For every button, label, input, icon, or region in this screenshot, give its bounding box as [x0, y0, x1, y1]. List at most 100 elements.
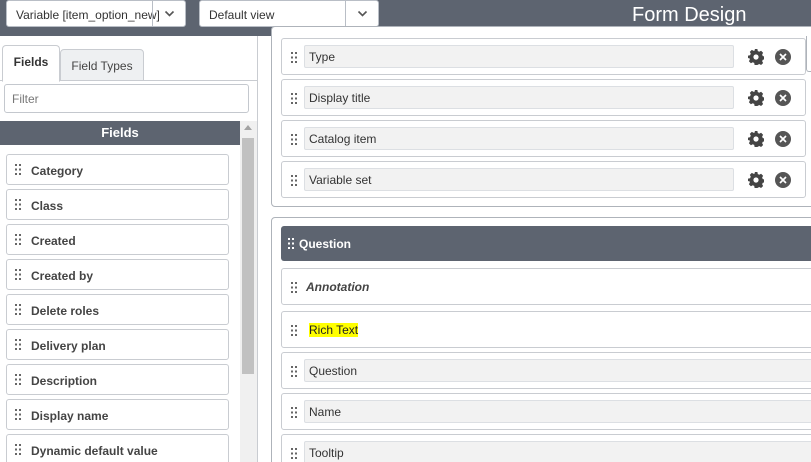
field-list-item[interactable]: Dynamic default value [6, 434, 229, 462]
rich-text-row[interactable]: Rich Text [281, 311, 811, 348]
chevron-down-icon [357, 10, 368, 17]
drag-handle-icon[interactable] [15, 339, 21, 350]
field-list-item-label: Delivery plan [31, 339, 106, 353]
form-field-row[interactable]: Variable set [281, 161, 806, 198]
form-section-question: Question Annotation Rich Text Question Na… [271, 217, 811, 462]
drag-handle-icon[interactable] [15, 444, 21, 455]
form-field-box[interactable]: Type [304, 45, 734, 68]
field-list: Category Class Created Created by Delete rol… [6, 154, 229, 462]
form-field-label: Tooltip [309, 446, 344, 460]
form-field-label: Catalog item [309, 132, 377, 146]
field-list-item[interactable]: Description [6, 364, 229, 395]
form-field-row[interactable]: Tooltip [281, 434, 811, 462]
form-field-row[interactable]: Question [281, 352, 811, 389]
drag-handle-icon[interactable] [291, 52, 297, 63]
field-settings-button[interactable] [748, 131, 765, 150]
view-dropdown-button[interactable] [345, 1, 378, 26]
field-list-item[interactable]: Created [6, 224, 229, 255]
gear-icon [748, 90, 765, 106]
variable-table-dropdown-button[interactable] [152, 1, 185, 26]
drag-handle-icon[interactable] [15, 304, 21, 315]
drag-handle-icon[interactable] [15, 234, 21, 245]
form-field-label: Display title [309, 91, 371, 105]
gear-icon [748, 49, 765, 65]
field-list-item-label: Class [31, 199, 64, 213]
remove-field-button[interactable] [775, 49, 791, 68]
field-list-item-label: Category [31, 164, 84, 178]
form-section-1: Type Display title Catalog item Variable se… [271, 26, 811, 207]
close-icon [775, 131, 791, 147]
field-list-item-label: Created [31, 234, 76, 248]
tab-fields[interactable]: Fields [2, 45, 60, 82]
remove-field-button[interactable] [775, 90, 791, 109]
drag-handle-icon[interactable] [15, 374, 21, 385]
variable-table-select[interactable]: Variable [item_option_new] [6, 0, 186, 27]
drag-handle-icon[interactable] [291, 448, 297, 459]
annotation-label: Annotation [306, 280, 370, 294]
form-field-box[interactable]: Display title [304, 86, 734, 109]
form-field-box[interactable]: Tooltip [304, 441, 811, 462]
field-list-item[interactable]: Delete roles [6, 294, 229, 325]
question-section-header[interactable]: Question [281, 226, 811, 261]
form-field-box[interactable]: Variable set [304, 168, 734, 191]
drag-handle-icon[interactable] [15, 269, 21, 280]
field-list-item[interactable]: Delivery plan [6, 329, 229, 360]
drag-handle-icon[interactable] [291, 325, 297, 336]
drag-handle-icon[interactable] [15, 199, 21, 210]
field-list-item-label: Description [31, 374, 98, 388]
field-list-item-label: Created by [31, 269, 94, 283]
fields-scrollbar[interactable] [240, 121, 257, 462]
field-list-item-label: Dynamic default value [31, 444, 158, 458]
field-list-item[interactable]: Class [6, 189, 229, 220]
drag-handle-icon[interactable] [291, 282, 297, 293]
form-field-box[interactable]: Name [304, 400, 811, 423]
rich-text-content: Rich Text [309, 323, 359, 337]
drag-handle-icon[interactable] [291, 134, 297, 145]
form-field-box[interactable]: Catalog item [304, 127, 734, 150]
scrollbar-thumb[interactable] [242, 138, 254, 374]
form-field-row[interactable]: Name [281, 393, 811, 430]
field-list-item[interactable]: Category [6, 154, 229, 185]
view-select[interactable]: Default view [199, 0, 379, 27]
field-settings-button[interactable] [748, 172, 765, 191]
page-title: Form Design [632, 4, 747, 26]
field-list-item[interactable]: Display name [6, 399, 229, 430]
drag-handle-icon[interactable] [291, 93, 297, 104]
form-field-label: Variable set [309, 173, 372, 187]
panel-tabs: Fields Field Types [0, 36, 258, 82]
close-icon [775, 90, 791, 106]
scroll-up-arrow-icon[interactable] [244, 125, 252, 130]
question-section-title: Question [299, 237, 352, 251]
form-field-row[interactable]: Type [281, 38, 806, 75]
field-settings-button[interactable] [748, 49, 765, 68]
drag-handle-icon[interactable] [15, 409, 21, 420]
drag-handle-icon[interactable] [291, 175, 297, 186]
form-field-box[interactable]: Question [304, 359, 811, 382]
remove-field-button[interactable] [775, 131, 791, 150]
field-list-item[interactable]: Created by [6, 259, 229, 290]
field-list-item-label: Display name [31, 409, 109, 423]
field-settings-button[interactable] [748, 90, 765, 109]
adjacent-section-frame [806, 36, 811, 72]
form-field-label: Type [309, 50, 336, 64]
form-field-row[interactable]: Catalog item [281, 120, 806, 157]
tab-fields-label: Fields [13, 55, 49, 69]
drag-handle-icon[interactable] [291, 407, 297, 418]
drag-handle-icon[interactable] [15, 164, 21, 175]
drag-handle-icon[interactable] [291, 366, 297, 377]
gear-icon [748, 131, 765, 147]
tab-field-types[interactable]: Field Types [60, 49, 144, 81]
fields-list-header: Fields [0, 121, 240, 145]
form-canvas: Type Display title Catalog item Variable se… [258, 26, 811, 462]
form-field-row[interactable]: Display title [281, 79, 806, 116]
filter-input[interactable] [4, 84, 249, 113]
drag-handle-icon[interactable] [288, 238, 294, 249]
field-list-item-label: Delete roles [31, 304, 100, 318]
form-field-label: Question [309, 364, 358, 378]
gear-icon [748, 172, 765, 188]
chevron-down-icon [164, 10, 175, 17]
remove-field-button[interactable] [775, 172, 791, 191]
view-select-value: Default view [209, 8, 275, 22]
annotation-row[interactable]: Annotation [281, 268, 811, 305]
fields-panel: Fields Field Types Fields CategoryClassC… [0, 36, 258, 462]
